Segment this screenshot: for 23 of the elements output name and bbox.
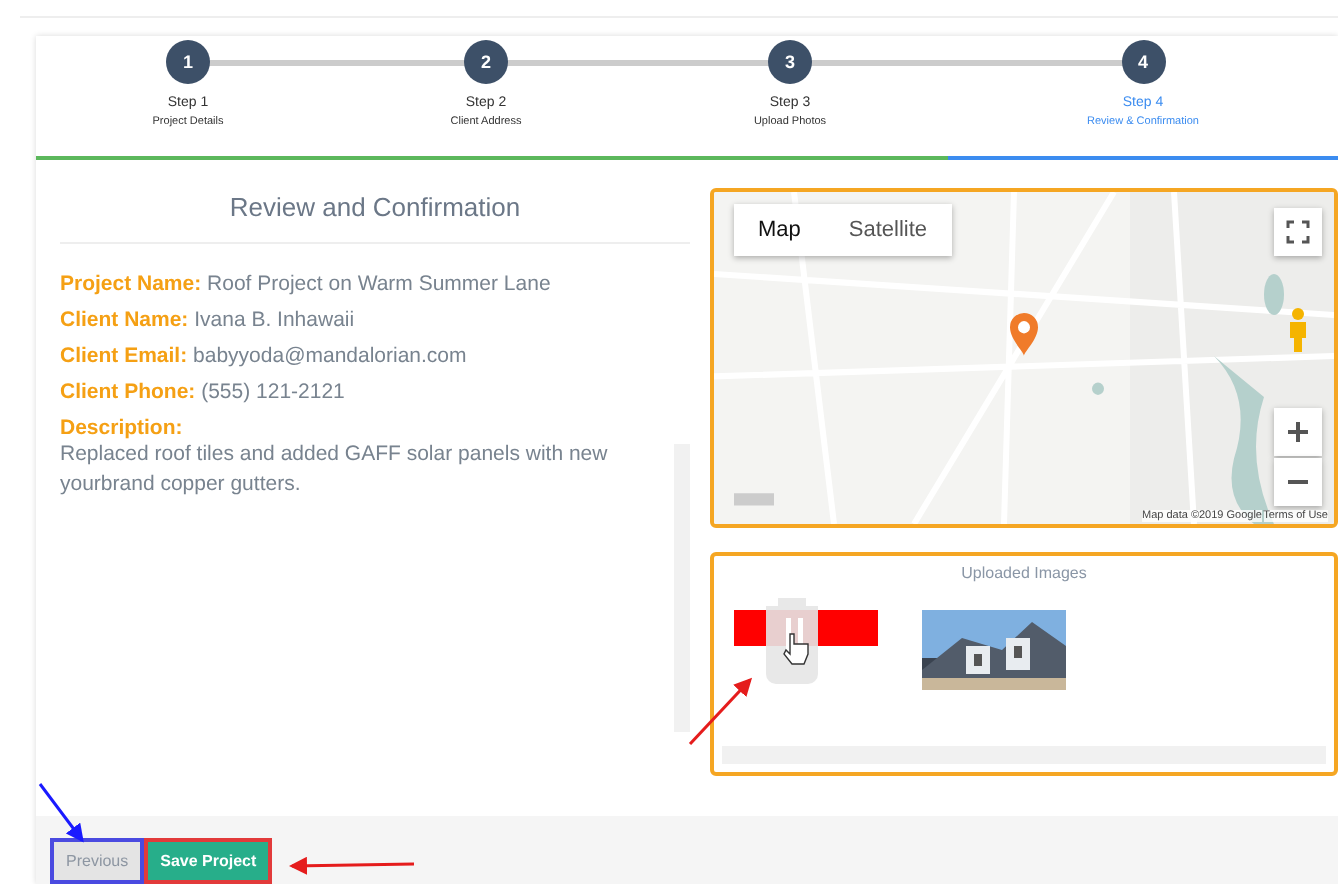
zoom-in-button[interactable] bbox=[1274, 408, 1322, 456]
minus-icon bbox=[1286, 480, 1310, 484]
annotation-arrow bbox=[38, 783, 84, 843]
detail-line: Client Phone: (555) 121-2121 bbox=[60, 380, 347, 404]
section-title: Review and Confirmation bbox=[60, 188, 690, 244]
description-label: Description: bbox=[60, 416, 185, 440]
annotation-arrow bbox=[289, 856, 415, 875]
step-circle[interactable]: 4 bbox=[1121, 40, 1165, 84]
description-text: Replaced roof tiles and added GAFF solar panels with new yourbrand copper gutters. bbox=[60, 440, 610, 500]
detail-line: Project Name: Roof Project on Warm Summer Lane bbox=[60, 272, 553, 296]
step-circle[interactable]: 3 bbox=[768, 40, 812, 84]
plus-icon bbox=[1286, 420, 1310, 444]
detail-line: Client Name: Ivana B. Inhawaii bbox=[60, 308, 357, 332]
detail-line: Client Email: babyyoda@mandalorian.com bbox=[60, 344, 469, 368]
uploads-title: Uploaded Images bbox=[959, 564, 1089, 582]
map-type-button[interactable]: Map bbox=[734, 204, 825, 256]
fullscreen-button[interactable] bbox=[1274, 208, 1322, 256]
fullscreen-icon bbox=[1286, 220, 1310, 244]
step-circle[interactable]: 2 bbox=[464, 40, 508, 84]
annotation-arrow bbox=[688, 677, 753, 746]
map-type-button[interactable]: Satellite bbox=[824, 204, 952, 256]
step-circle[interactable]: 1 bbox=[166, 40, 210, 84]
zoom-out-button[interactable] bbox=[1274, 458, 1322, 506]
